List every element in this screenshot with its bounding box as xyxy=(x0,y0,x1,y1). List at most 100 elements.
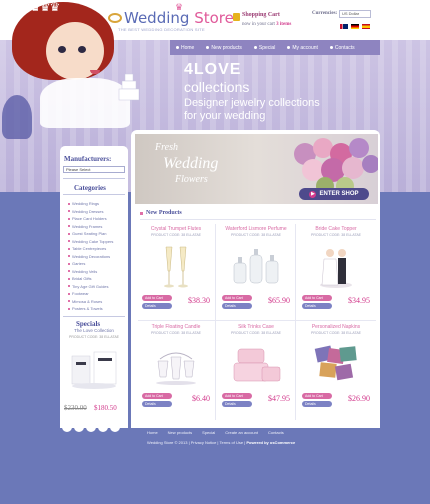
site-logo[interactable]: Wedding Store xyxy=(124,9,234,27)
nav-my-account[interactable]: My account xyxy=(281,45,324,51)
category-item[interactable]: Wedding Cake Toppers xyxy=(68,238,126,246)
flag-de-icon[interactable] xyxy=(351,24,359,29)
category-item[interactable]: Table Centrepieces xyxy=(68,245,126,253)
footer-link-special[interactable]: Special xyxy=(202,430,215,435)
bullet-icon xyxy=(253,46,257,49)
trinket-case-image[interactable] xyxy=(226,339,286,389)
details-button[interactable]: Details xyxy=(302,401,332,407)
scallop-decoration xyxy=(74,424,84,432)
footer-links: Home New products Special Create an acco… xyxy=(147,430,284,435)
details-button[interactable]: Details xyxy=(222,401,252,407)
category-item[interactable]: Wedding Veils xyxy=(68,268,126,276)
nav-new-products[interactable]: New products xyxy=(200,45,248,51)
details-button[interactable]: Details xyxy=(142,303,172,309)
category-item[interactable]: Mimosa & Roses xyxy=(68,298,126,306)
tiara-icon: ♛♛♛ xyxy=(30,0,60,14)
currency-select[interactable]: US Dollar xyxy=(339,10,371,18)
language-flags xyxy=(340,24,370,29)
floating-candle-image[interactable] xyxy=(146,339,206,389)
copyright-text: Wedding Store © 2013 xyxy=(147,440,188,445)
cart-summary: now in your cart 3 items xyxy=(242,22,291,27)
napkins-image[interactable] xyxy=(306,339,366,389)
cart-count[interactable]: 3 items xyxy=(276,22,291,27)
button-label: Add to Cart xyxy=(305,296,323,300)
shopping-bag-icon[interactable] xyxy=(233,13,240,21)
product-price: $6.40 xyxy=(192,394,210,403)
promo-line: Designer jewelry collections xyxy=(184,97,320,109)
add-to-cart-button[interactable]: Add to Cart xyxy=(302,393,332,399)
footer: Home New products Special Create an acco… xyxy=(131,428,380,450)
champagne-flutes-image[interactable] xyxy=(146,241,206,291)
details-button[interactable]: Details xyxy=(222,303,252,309)
product-title[interactable]: Personalized Napkins xyxy=(298,324,374,330)
category-item[interactable]: Wedding Frames xyxy=(68,223,126,231)
category-item[interactable]: Wedding Rings xyxy=(68,200,126,208)
footer-link-contacts[interactable]: Contacts xyxy=(268,430,284,435)
bullet-icon xyxy=(68,285,70,288)
product-title[interactable]: Crystal Trumpet Flutes xyxy=(138,226,214,232)
add-to-cart-button[interactable]: Add to Cart xyxy=(222,393,252,399)
terms-link[interactable]: Terms of Use xyxy=(220,440,244,445)
footer-link-home[interactable]: Home xyxy=(147,430,158,435)
scallop-decoration xyxy=(62,424,72,432)
category-label: Wedding Dresses xyxy=(72,208,104,214)
details-button[interactable]: Details xyxy=(142,401,172,407)
fresh-flowers-banner[interactable]: Fresh Wedding Flowers ▶ ENTER SHOP xyxy=(135,134,378,204)
product-price: $38.30 xyxy=(188,296,210,305)
category-item[interactable]: Guest Seating Plan xyxy=(68,230,126,238)
flag-uk-icon[interactable] xyxy=(340,24,348,29)
product-card: Crystal Trumpet Flutes PRODUCT CODE: 38 … xyxy=(138,226,214,322)
category-item[interactable]: Wedding Dresses xyxy=(68,208,126,216)
category-item[interactable]: Posters & Towels xyxy=(68,305,126,313)
cake-topper-image[interactable] xyxy=(306,241,366,291)
bullet-icon xyxy=(68,247,70,250)
add-to-cart-button[interactable]: Add to Cart xyxy=(302,295,332,301)
couple-silhouette xyxy=(2,95,32,139)
scallop-decoration xyxy=(86,424,96,432)
categories-title: Categories xyxy=(74,184,106,192)
cart-title[interactable]: Shopping Cart xyxy=(242,12,280,18)
category-item[interactable]: Garters xyxy=(68,260,126,268)
logo-text: Wedding xyxy=(124,9,190,27)
nav-contacts[interactable]: Contacts xyxy=(324,45,361,51)
specials-title: Specials xyxy=(76,320,101,328)
add-to-cart-button[interactable]: Add to Cart xyxy=(222,295,252,301)
category-list: Wedding Rings Wedding Dresses Place Card… xyxy=(68,200,126,313)
product-card: Personalized Napkins PRODUCT CODE: 38 EL… xyxy=(298,324,374,420)
product-code: PRODUCT CODE: 38 ELLATAE xyxy=(311,331,361,335)
category-item[interactable]: Wedding Decorations xyxy=(68,253,126,261)
category-item[interactable]: Bridal Gifts xyxy=(68,275,126,283)
promo-subheadline: collections xyxy=(184,79,250,95)
bullet-icon xyxy=(176,46,179,49)
privacy-link[interactable]: Privacy Notice xyxy=(191,440,217,445)
enter-shop-button[interactable]: ▶ ENTER SHOP xyxy=(299,188,369,200)
flag-es-icon[interactable] xyxy=(362,24,370,29)
scallop-decoration xyxy=(98,424,108,432)
manufacturers-select[interactable]: Please Select xyxy=(63,166,125,173)
currencies-label: Currencies: xyxy=(312,11,338,16)
powered-by-link[interactable]: Powered by osCommerce xyxy=(246,440,295,445)
add-to-cart-button[interactable]: Add to Cart xyxy=(142,295,172,301)
category-label: Tiny Age Gift Guides xyxy=(72,283,109,289)
special-item-title[interactable]: The Love Collection xyxy=(62,328,126,333)
hero-text: Fresh xyxy=(155,142,178,153)
perfume-bottles-image[interactable] xyxy=(226,241,286,291)
button-label: Details xyxy=(225,402,236,406)
hero-text: Wedding xyxy=(163,155,219,172)
footer-link-create-account[interactable]: Create an account xyxy=(225,430,258,435)
category-item[interactable]: Footwear xyxy=(68,290,126,298)
product-title[interactable]: Triple Floating Candle xyxy=(138,324,214,330)
category-item[interactable]: Place Card Holders xyxy=(68,215,126,223)
special-product-image[interactable] xyxy=(66,342,122,392)
add-to-cart-button[interactable]: Add to Cart xyxy=(142,393,172,399)
footer-link-new-products[interactable]: New products xyxy=(168,430,192,435)
product-title[interactable]: Silk Trinks Case xyxy=(218,324,294,330)
nav-special[interactable]: Special xyxy=(248,45,281,51)
nav-home[interactable]: Home xyxy=(170,45,200,51)
special-new-price: $180.50 xyxy=(94,404,117,412)
product-title[interactable]: Bride Cake Topper xyxy=(298,226,374,232)
category-item[interactable]: Tiny Age Gift Guides xyxy=(68,283,126,291)
divider xyxy=(295,224,296,420)
product-title[interactable]: Waterford Lismore Perfume xyxy=(218,226,294,232)
details-button[interactable]: Details xyxy=(302,303,332,309)
